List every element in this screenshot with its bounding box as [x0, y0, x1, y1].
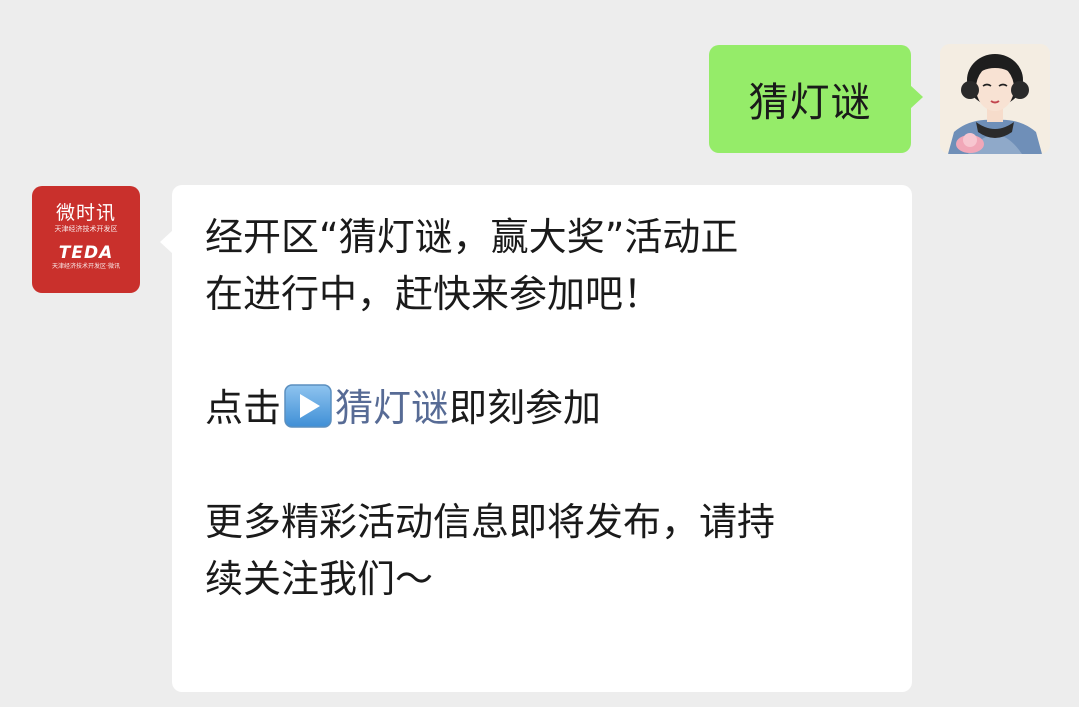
- play-button-icon: [283, 383, 333, 429]
- user-avatar[interactable]: [940, 44, 1050, 154]
- user-portrait-image: [940, 44, 1050, 154]
- incoming-message-bubble[interactable]: 经开区“猜灯谜，赢大奖”活动正 在进行中，赶快来参加吧！ 点击 猜灯谜即刻参加 …: [160, 185, 912, 692]
- avatar-logo-subtitle: 天津经济技术开发区: [54, 225, 118, 233]
- outgoing-message-text: 猜灯谜: [748, 80, 872, 126]
- click-prefix-text: 点击: [205, 386, 282, 430]
- message-line: 更多精彩活动信息即将发布，请持: [205, 500, 776, 544]
- official-account-avatar[interactable]: 微时讯 天津经济技术开发区 TEDA 天津经济技术开发区·微讯: [32, 186, 140, 293]
- avatar-logo-caption: 天津经济技术开发区·微讯: [52, 263, 120, 270]
- message-line: 在进行中，赶快来参加吧！: [205, 272, 662, 316]
- outgoing-message-bubble[interactable]: 猜灯谜: [709, 45, 923, 153]
- message-click-line: 点击 猜灯谜即刻参加: [205, 380, 882, 437]
- lantern-riddle-link[interactable]: 猜灯谜: [335, 386, 449, 430]
- message-line: 续关注我们～: [205, 557, 434, 601]
- teda-logo: TEDA: [58, 243, 114, 263]
- avatar-logo-title: 微时讯: [55, 202, 116, 224]
- message-line: 经开区“猜灯谜，赢大奖”活动正: [205, 215, 739, 259]
- click-suffix-text: 即刻参加: [449, 386, 602, 430]
